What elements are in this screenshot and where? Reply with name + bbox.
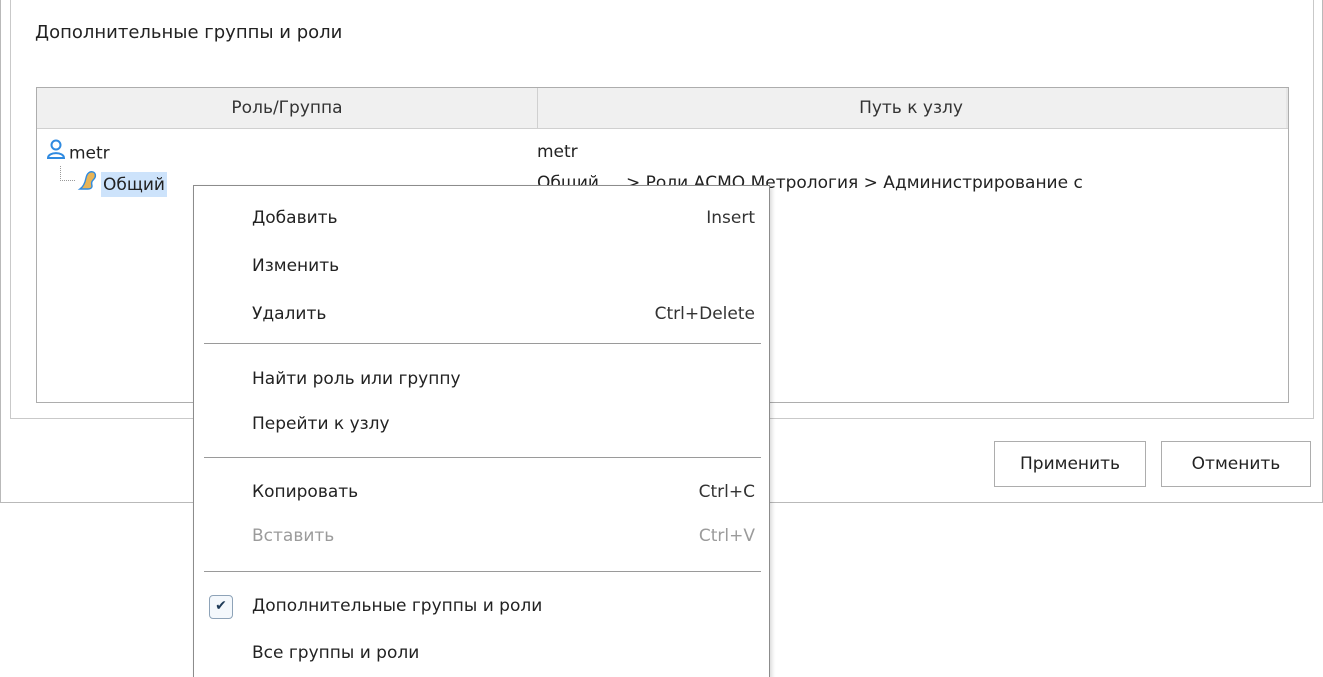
apply-button[interactable]: Применить	[994, 441, 1146, 487]
context-menu: Добавить Insert Изменить Удалить Ctrl+De…	[193, 185, 770, 677]
menu-item-label: Вставить	[252, 526, 335, 546]
menu-item-shortcut: Ctrl+C	[698, 482, 755, 502]
menu-item-label: Копировать	[252, 482, 359, 502]
check-icon: ✔	[209, 595, 233, 619]
menu-separator	[204, 343, 761, 344]
menu-item-label: Все группы и роли	[252, 643, 420, 663]
cancel-button[interactable]: Отменить	[1161, 441, 1311, 487]
user-icon	[45, 138, 67, 166]
menu-item-additional-groups-and-roles[interactable]: ✔ Дополнительные группы и роли	[194, 586, 769, 626]
menu-item-label: Удалить	[252, 304, 327, 324]
menu-separator	[204, 457, 761, 458]
menu-item-add[interactable]: Добавить Insert	[194, 198, 769, 238]
menu-item-paste: Вставить Ctrl+V	[194, 516, 769, 556]
menu-item-shortcut: Ctrl+V	[698, 526, 755, 546]
menu-item-label: Изменить	[252, 256, 340, 276]
menu-item-label: Добавить	[252, 208, 338, 228]
menu-item-label: Найти роль или группу	[252, 369, 461, 389]
row-name-cell: metr	[45, 138, 535, 166]
menu-item-label: Дополнительные группы и роли	[252, 596, 543, 616]
section-title: Дополнительные группы и роли	[35, 22, 343, 43]
menu-item-shortcut: Ctrl+Delete	[654, 304, 755, 324]
menu-item-shortcut: Insert	[706, 208, 755, 228]
row-path: metr	[537, 142, 578, 162]
table-row[interactable]: metr metr	[37, 138, 1288, 166]
page: Дополнительные группы и роли Роль/Группа…	[0, 0, 1323, 677]
column-header-node-path[interactable]: Путь к узлу	[538, 88, 1284, 128]
table-header: Роль/Группа Путь к узлу	[37, 88, 1288, 129]
menu-item-label: Перейти к узлу	[252, 414, 390, 434]
menu-item-go-to-node[interactable]: Перейти к узлу	[194, 404, 769, 444]
column-header-role-group[interactable]: Роль/Группа	[37, 88, 538, 128]
menu-item-find-role-or-group[interactable]: Найти роль или группу	[194, 359, 769, 399]
row-name: metr	[69, 143, 110, 164]
menu-item-all-groups-and-roles[interactable]: Все группы и роли	[194, 633, 769, 673]
menu-item-delete[interactable]: Удалить Ctrl+Delete	[194, 294, 769, 334]
role-icon	[77, 169, 99, 197]
menu-separator	[204, 571, 761, 572]
menu-item-copy[interactable]: Копировать Ctrl+C	[194, 472, 769, 512]
selected-row-name: Общий	[101, 171, 167, 197]
menu-item-edit[interactable]: Изменить	[194, 246, 769, 286]
header-edge	[1286, 88, 1288, 128]
